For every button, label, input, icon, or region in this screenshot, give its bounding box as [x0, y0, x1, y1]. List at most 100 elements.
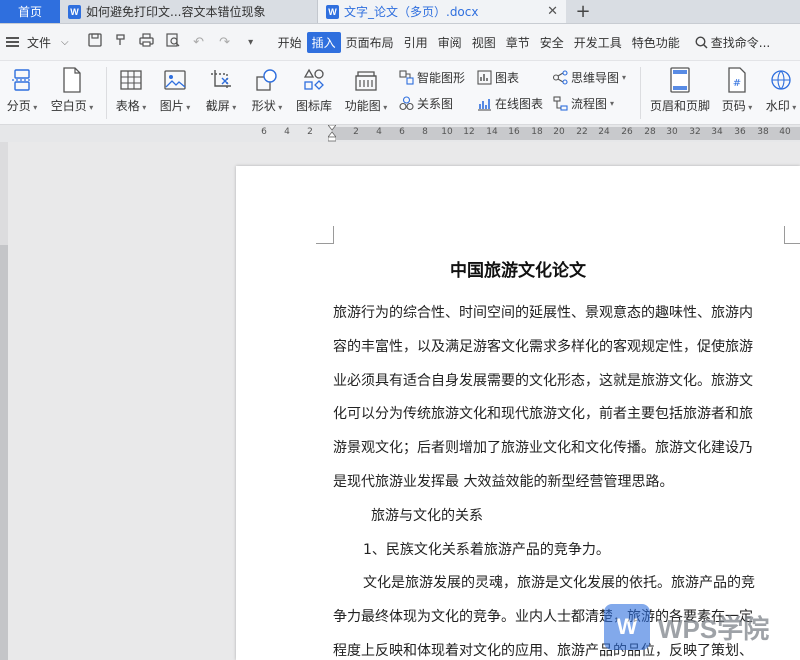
- word-doc-icon: W: [326, 4, 339, 19]
- tab-document-2-label: 文字_论文（多页）.docx: [344, 5, 479, 19]
- header-footer-button[interactable]: 页眉和页脚: [648, 67, 712, 114]
- format-painter-icon[interactable]: [113, 33, 129, 51]
- ruler-number: 36: [734, 127, 746, 137]
- shapes-icon: [254, 67, 280, 93]
- search-icon: [695, 35, 708, 49]
- mind-map-label: 思维导图: [571, 71, 620, 85]
- blank-page-button[interactable]: 空白页: [48, 67, 96, 114]
- search-command[interactable]: 查找命令...: [695, 34, 770, 51]
- menu-tabs: 开始 插入 页面布局 引用 审阅 视图 章节 安全 开发工具 特色功能: [273, 31, 685, 53]
- wps-logo-icon: W: [604, 604, 650, 650]
- function-chart-icon: [353, 67, 379, 93]
- tab-document-1[interactable]: W 如何避免打印文...容文本错位现象: [60, 0, 318, 23]
- document-page[interactable]: 中国旅游文化论文 旅游行为的综合性、时间空间的延展性、景观意态的趣味性、旅游内 …: [236, 166, 800, 660]
- online-chart-label: 在线图表: [495, 97, 544, 111]
- margin-corner-mark: [784, 226, 800, 244]
- table-icon: [118, 67, 144, 93]
- ruler-number: 16: [508, 127, 520, 137]
- close-icon[interactable]: ✕: [547, 4, 558, 19]
- shapes-button[interactable]: 形状: [250, 67, 284, 114]
- menu-view[interactable]: 视图: [467, 32, 501, 53]
- ruler-number: 2: [307, 127, 313, 137]
- watermark-button[interactable]: 水印: [764, 67, 798, 114]
- indent-marker-icon[interactable]: [328, 125, 336, 142]
- screenshot-button[interactable]: 截屏: [204, 67, 238, 114]
- ruler-number: 4: [284, 127, 290, 137]
- more-dropdown-icon[interactable]: ▾: [243, 37, 259, 48]
- menu-home[interactable]: 开始: [273, 32, 307, 53]
- mind-map-button[interactable]: 思维导图 ▾: [552, 69, 626, 86]
- picture-button[interactable]: 图片: [158, 67, 192, 114]
- document-title: 中国旅游文化论文: [450, 261, 586, 281]
- menu-chapter[interactable]: 章节: [501, 32, 535, 53]
- quick-access-toolbar: ↶ ↷ ▾: [87, 33, 259, 51]
- paragraph-line: 文化是旅游发展的灵魂，旅游是文化发展的依托。旅游产品的竞: [363, 575, 755, 591]
- print-icon[interactable]: [139, 33, 155, 51]
- menu-review[interactable]: 审阅: [433, 32, 467, 53]
- ruler-number: 40: [779, 127, 791, 137]
- table-label: 表格: [116, 97, 147, 114]
- function-chart-button[interactable]: 功能图: [343, 67, 389, 114]
- ruler-number: 18: [531, 127, 543, 137]
- page-break-button[interactable]: 分页: [4, 67, 40, 114]
- ruler-number: 30: [666, 127, 678, 137]
- menu-special-features[interactable]: 特色功能: [627, 32, 685, 53]
- redo-icon[interactable]: ↷: [217, 35, 233, 50]
- search-command-label: 查找命令...: [710, 35, 771, 50]
- menu-developer-tools[interactable]: 开发工具: [569, 32, 627, 53]
- chart-button[interactable]: 图表: [476, 69, 519, 86]
- screenshot-icon: [208, 67, 234, 93]
- icon-library-label: 图标库: [296, 99, 333, 113]
- relation-chart-button[interactable]: 关系图: [398, 95, 453, 112]
- tab-home[interactable]: 首页: [0, 0, 60, 23]
- menu-page-layout[interactable]: 页面布局: [341, 32, 399, 53]
- section-heading: 旅游与文化的关系: [371, 508, 483, 524]
- word-doc-icon: W: [68, 4, 81, 19]
- menu-bar: 文件 ⌵ ↶ ↷ ▾ 开始 插入 页面布局 引用 审阅 视图 章节 安全 开发工…: [0, 24, 800, 61]
- header-footer-icon: [667, 67, 693, 93]
- tab-document-2[interactable]: W 文字_论文（多页）.docx ✕: [318, 0, 566, 23]
- watermark-icon: [768, 67, 794, 93]
- ruler-number: 28: [644, 127, 656, 137]
- ribbon-divider: [106, 67, 107, 119]
- ruler-number: 22: [576, 127, 588, 137]
- save-icon[interactable]: [87, 33, 103, 51]
- tab-bar: 首页 W 如何避免打印文...容文本错位现象 W 文字_论文（多页）.docx …: [0, 0, 800, 24]
- file-menu[interactable]: 文件 ⌵: [0, 34, 69, 51]
- relation-chart-label: 关系图: [417, 97, 454, 111]
- ruler-number: 8: [422, 127, 428, 137]
- paragraph-line: 旅游行为的综合性、时间空间的延展性、景观意态的趣味性、旅游内: [333, 305, 753, 321]
- new-tab-plus-icon[interactable]: +: [566, 0, 600, 23]
- icon-library-button[interactable]: 图标库: [296, 67, 332, 114]
- svg-text:#: #: [733, 78, 741, 89]
- undo-icon[interactable]: ↶: [191, 35, 207, 50]
- table-button[interactable]: 表格: [114, 67, 148, 114]
- ruler-number: 12: [463, 127, 475, 137]
- ruler-number: 10: [441, 127, 453, 137]
- print-preview-icon[interactable]: [165, 33, 181, 51]
- smart-art-button[interactable]: 智能图形: [398, 69, 465, 86]
- chevron-down-icon: ⌵: [61, 36, 69, 48]
- ruler-number: 20: [553, 127, 565, 137]
- screenshot-label: 截屏: [206, 97, 237, 114]
- ruler-number: 6: [261, 127, 267, 137]
- blank-page-icon: [59, 67, 85, 93]
- paragraph-line: 业必须具有适合自身发展需要的文化形态，这就是旅游文化。旅游文: [333, 373, 753, 389]
- ruler-number: 24: [598, 127, 610, 137]
- relation-chart-icon: [398, 96, 414, 112]
- paragraph-line: 化可以分为传统旅游文化和现代旅游文化，前者主要包括旅游者和旅: [333, 406, 753, 422]
- flowchart-button[interactable]: 流程图 ▾: [552, 95, 614, 112]
- ruler-number: 26: [621, 127, 633, 137]
- menu-references[interactable]: 引用: [399, 32, 433, 53]
- horizontal-ruler[interactable]: 6 4 2 2 4 6 8 10 12 14 16 18 20 22 24 26 28 30 32 34 36 38 40: [0, 125, 800, 142]
- flowchart-icon: [552, 96, 568, 112]
- online-chart-button[interactable]: 在线图表: [476, 95, 543, 112]
- file-menu-label: 文件: [27, 35, 52, 50]
- menu-security[interactable]: 安全: [535, 32, 569, 53]
- page-number-button[interactable]: # 页码: [720, 67, 754, 114]
- menu-insert[interactable]: 插入: [306, 31, 341, 53]
- smart-art-label: 智能图形: [417, 71, 466, 85]
- header-footer-label: 页眉和页脚: [649, 99, 710, 113]
- icon-library-icon: [301, 67, 327, 93]
- function-chart-label: 功能图: [345, 97, 388, 114]
